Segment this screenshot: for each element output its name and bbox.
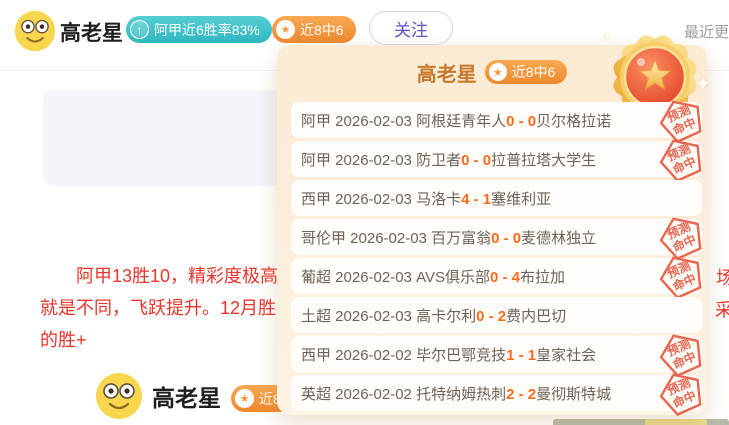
prediction-history-popup: 高老星 ★ 近8中6 xyxy=(277,45,707,415)
smiley-avatar-icon xyxy=(95,372,143,420)
match-text: 西甲 2026-02-03 马洛卡4 - 1塞维利亚 xyxy=(301,188,551,209)
match-row[interactable]: 土超 2026-02-03 高卡尔利0 - 2费内巴切 xyxy=(291,297,702,333)
match-text: 阿甲 2026-02-03 阿根廷青年人0 - 0贝尔格拉诺 xyxy=(301,110,611,131)
away-score: 2 xyxy=(528,386,536,403)
win-rate-badge-label: 阿甲近6胜率83% xyxy=(154,20,260,40)
match-text: 英超 2026-02-02 托特纳姆热刺2 - 2曼彻斯特城 xyxy=(301,383,611,404)
away-score: 0 xyxy=(483,152,491,169)
user-avatar[interactable] xyxy=(14,10,56,52)
away-score: 0 xyxy=(528,113,536,130)
star-icon: ★ xyxy=(276,20,295,39)
match-row[interactable]: 阿甲 2026-02-03 防卫者0 - 0拉普拉塔大学生预测命中 xyxy=(291,141,702,177)
post-text-line: 就是不同，飞跃提升。12月胜 xyxy=(40,294,276,320)
match-row[interactable]: 西甲 2026-02-03 马洛卡4 - 1塞维利亚 xyxy=(291,180,702,216)
match-row[interactable]: 西甲 2026-02-02 毕尔巴鄂竞技1 - 1皇家社会预测命中 xyxy=(291,336,702,372)
score-dash: - xyxy=(469,152,482,169)
score-dash: - xyxy=(499,230,512,247)
score-dash: - xyxy=(484,308,497,325)
away-score: 2 xyxy=(498,308,506,325)
page: 高老星 ↑ 阿甲近6胜率83% ★ 近8中6 关注 最近更新 阿甲13胜10，精… xyxy=(0,0,729,425)
score-dash: - xyxy=(514,347,527,364)
match-text: 西甲 2026-02-02 毕尔巴鄂竞技1 - 1皇家社会 xyxy=(301,344,596,365)
match-text: 阿甲 2026-02-03 防卫者0 - 0拉普拉塔大学生 xyxy=(301,149,596,170)
match-row[interactable]: 阿甲 2026-02-03 阿根廷青年人0 - 0贝尔格拉诺预测命中 xyxy=(291,102,702,138)
match-text: 哥伦甲 2026-02-03 百万富翁0 - 0麦德林独立 xyxy=(301,227,596,248)
match-row[interactable]: 哥伦甲 2026-02-03 百万富翁0 - 0麦德林独立预测命中 xyxy=(291,219,702,255)
match-row[interactable]: 英超 2026-02-02 托特纳姆热刺2 - 2曼彻斯特城预测命中 xyxy=(291,375,702,411)
hit-streak-badge-label: 近8中6 xyxy=(300,20,344,40)
author-avatar[interactable] xyxy=(95,372,143,420)
hit-streak-badge: ★ 近8中6 xyxy=(272,16,356,43)
author-name[interactable]: 高老星 xyxy=(152,379,221,413)
background-image-sliver xyxy=(553,419,729,425)
away-score: 0 xyxy=(513,230,521,247)
score-dash: - xyxy=(514,386,527,403)
match-row[interactable]: 葡超 2026-02-03 AVS俱乐部0 - 4布拉加预测命中 xyxy=(291,258,702,294)
post-text-fragment: 采 xyxy=(715,296,729,322)
win-rate-badge: ↑ 阿甲近6胜率83% xyxy=(126,16,272,43)
post-text-fragment: 场 xyxy=(716,264,729,290)
popup-hit-badge: ★ 近8中6 xyxy=(485,60,568,84)
away-score: 1 xyxy=(528,347,536,364)
arrow-up-icon: ↑ xyxy=(130,20,149,39)
sparkle-icon: ✦ xyxy=(603,32,611,43)
match-text: 葡超 2026-02-03 AVS俱乐部0 - 4布拉加 xyxy=(301,266,565,287)
smiley-avatar-icon xyxy=(14,10,56,52)
popup-header: 高老星 ★ 近8中6 xyxy=(277,58,707,86)
away-score: 1 xyxy=(483,191,491,208)
post-text-line: 阿甲13胜10，精彩度极高 xyxy=(76,262,278,288)
follow-button[interactable]: 关注 xyxy=(369,11,453,45)
post-text-line: 的胜+ xyxy=(40,326,87,352)
popup-hit-badge-label: 近8中6 xyxy=(512,62,556,82)
popup-title: 高老星 xyxy=(417,58,477,87)
score-dash: - xyxy=(498,269,511,286)
recent-update-label: 最近更新 xyxy=(684,21,729,42)
username[interactable]: 高老星 xyxy=(60,17,123,47)
star-icon: ★ xyxy=(489,63,507,81)
match-text: 土超 2026-02-03 高卡尔利0 - 2费内巴切 xyxy=(301,305,566,326)
star-icon: ★ xyxy=(235,389,254,408)
away-score: 4 xyxy=(512,269,520,286)
score-dash: - xyxy=(469,191,482,208)
match-list: 阿甲 2026-02-03 阿根廷青年人0 - 0贝尔格拉诺预测命中阿甲 202… xyxy=(291,102,702,414)
score-dash: - xyxy=(514,113,527,130)
